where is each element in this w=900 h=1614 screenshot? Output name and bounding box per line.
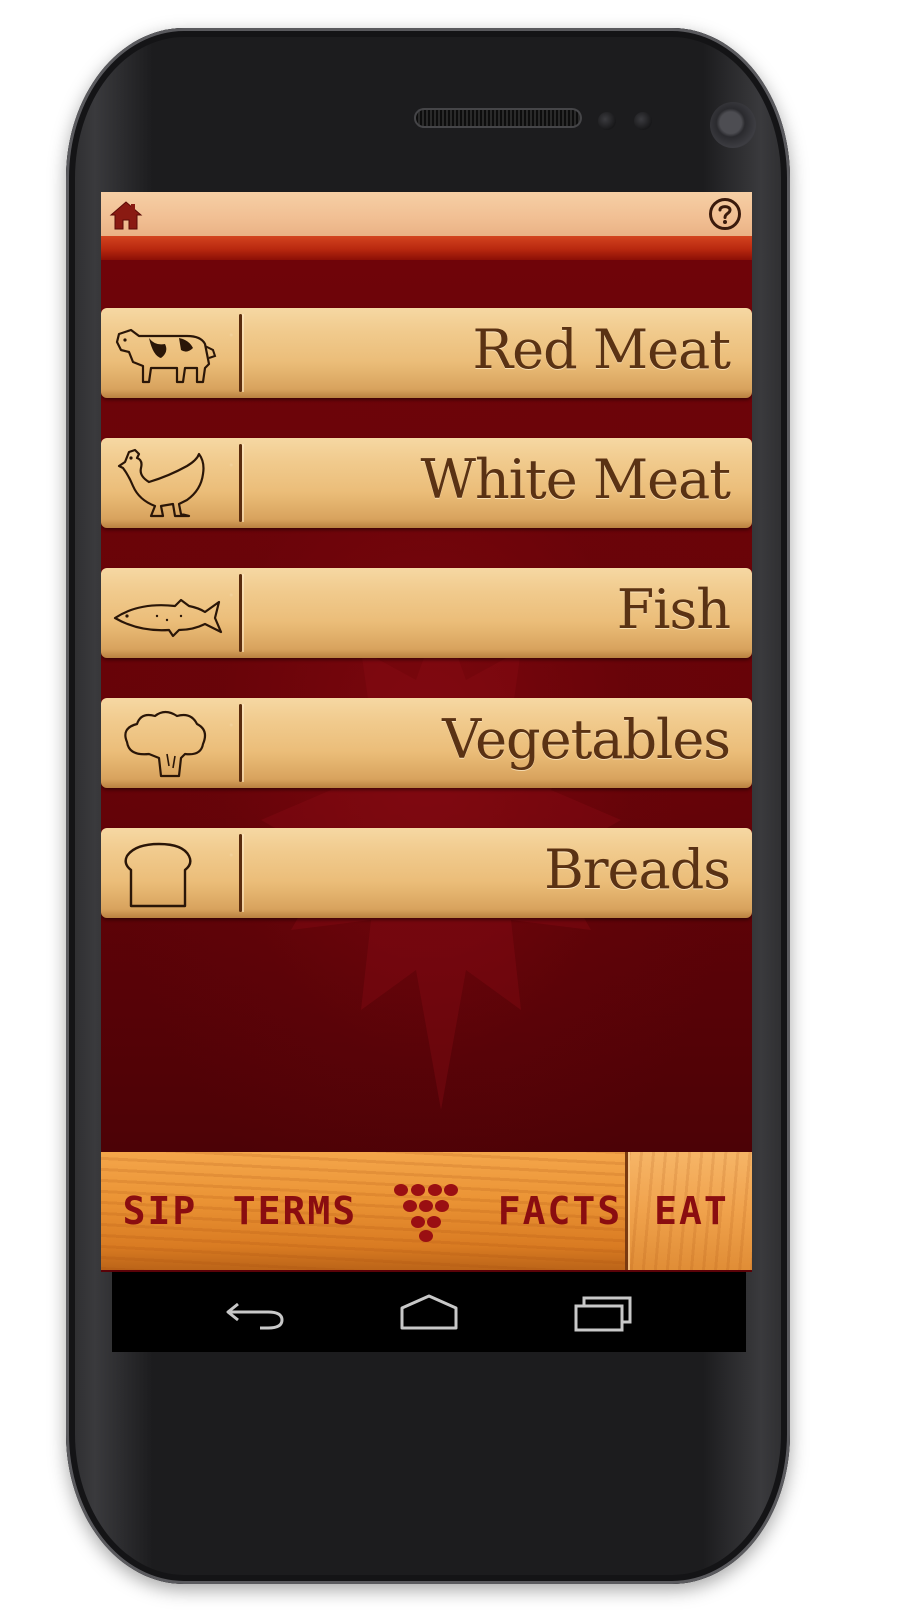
- home-icon[interactable]: [109, 199, 143, 231]
- menu-item-label: White Meat: [420, 448, 731, 511]
- menu-item-breads[interactable]: Breads: [101, 828, 752, 918]
- system-navigation-bar: [112, 1272, 746, 1352]
- front-camera: [710, 102, 756, 148]
- menu-item-red-meat[interactable]: Red Meat: [101, 308, 752, 398]
- menu-item-label: Vegetables: [442, 708, 731, 771]
- grapes-icon[interactable]: [393, 1182, 459, 1242]
- earpiece-speaker: [414, 108, 582, 128]
- menu-item-divider: [239, 704, 244, 782]
- tab-sip[interactable]: SIP: [115, 1152, 205, 1270]
- top-bar: [101, 192, 752, 236]
- bottom-tab-bar: SIP TERMS FACTS EAT: [101, 1152, 752, 1270]
- bread-icon: [124, 842, 192, 908]
- tab-facts[interactable]: FACTS: [495, 1152, 625, 1270]
- broccoli-icon: [124, 710, 207, 778]
- help-icon[interactable]: [708, 197, 742, 231]
- menu-item-label: Breads: [544, 838, 731, 901]
- top-bar-band: [101, 236, 752, 260]
- fish-icon: [113, 598, 223, 638]
- menu-item-divider: [239, 834, 244, 912]
- menu-item-white-meat[interactable]: White Meat: [101, 438, 752, 528]
- tab-eat[interactable]: EAT: [625, 1152, 752, 1270]
- menu-item-fish[interactable]: Fish: [101, 568, 752, 658]
- light-sensor: [634, 112, 652, 130]
- cow-icon: [115, 328, 217, 384]
- menu-item-divider: [239, 574, 244, 652]
- home-outline-icon[interactable]: [394, 1290, 464, 1334]
- chicken-icon: [117, 448, 205, 518]
- app-screen: Red Meat White Meat Fish Vegetables Brea…: [101, 192, 752, 1272]
- proximity-sensor: [598, 112, 616, 130]
- back-icon[interactable]: [220, 1290, 290, 1334]
- menu-item-divider: [239, 314, 244, 392]
- menu-item-label: Red Meat: [472, 318, 731, 381]
- menu-item-divider: [239, 444, 244, 522]
- menu-item-vegetables[interactable]: Vegetables: [101, 698, 752, 788]
- recents-icon[interactable]: [568, 1290, 638, 1334]
- tab-terms[interactable]: TERMS: [225, 1152, 365, 1270]
- menu-item-label: Fish: [616, 578, 731, 641]
